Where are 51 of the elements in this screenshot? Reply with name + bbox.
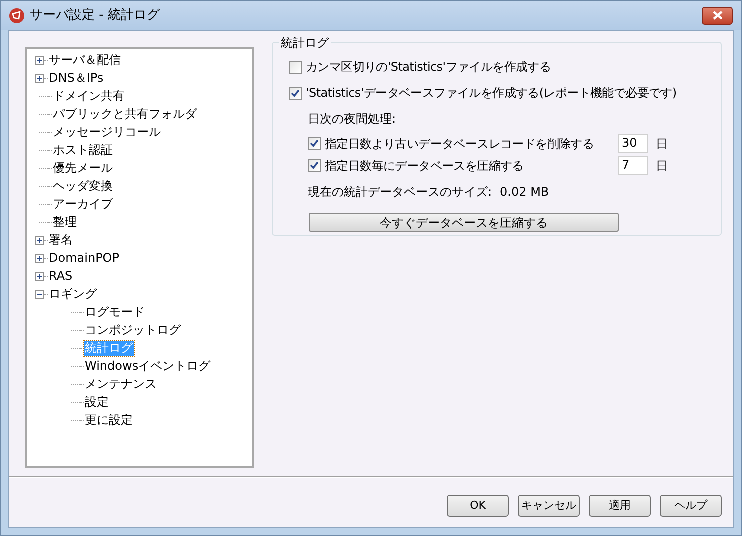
tree-item[interactable]: 整理 <box>52 214 78 230</box>
size-value: 0.02 MB <box>500 184 550 201</box>
tree-item[interactable]: Windowsイベントログ <box>84 358 212 374</box>
checkbox[interactable] <box>308 159 321 172</box>
app-logo-icon <box>9 8 25 24</box>
window-title: サーバ設定 - 統計ログ <box>30 6 160 25</box>
tree-item[interactable]: 設定 <box>84 394 110 410</box>
dialog-button[interactable]: OK <box>447 495 509 517</box>
tree-item[interactable]: サーバ＆配信 <box>48 52 122 68</box>
compress-now-button[interactable]: 今すぐデータベースを圧縮する <box>309 213 619 232</box>
tree-item[interactable]: メンテナンス <box>84 376 158 392</box>
tree-item[interactable]: コンポジットログ <box>84 322 182 338</box>
checkbox[interactable] <box>289 86 302 100</box>
tree-item[interactable]: ロギング <box>48 286 98 302</box>
checkbox-label: カンマ区切りの'Statistics'ファイルを作成する <box>306 59 552 76</box>
expand-icon[interactable] <box>35 254 44 262</box>
close-button[interactable] <box>702 6 733 24</box>
tree-item[interactable]: パブリックと共有フォルダ <box>52 106 198 122</box>
expand-icon[interactable] <box>35 236 44 244</box>
tree-item[interactable]: メッセージリコール <box>52 124 162 140</box>
days-field[interactable]: 30 <box>618 134 648 153</box>
dialog-button[interactable]: 適用 <box>589 495 651 517</box>
checkbox-label: 指定日数より古いデータベースレコードを削除する <box>325 136 596 152</box>
dialog-button[interactable]: キャンセル <box>518 495 580 517</box>
checkbox[interactable] <box>289 60 302 74</box>
tree-item[interactable]: DNS＆IPs <box>48 70 105 86</box>
tree-item[interactable]: 優先メール <box>52 160 114 176</box>
tree-item[interactable]: ホスト認証 <box>52 142 114 158</box>
collapse-icon[interactable] <box>35 290 44 298</box>
tree-item[interactable]: 更に設定 <box>84 412 134 428</box>
checkbox-label: 'Statistics'データベースファイルを作成する(レポート機能で必要です) <box>306 85 677 102</box>
tree-item[interactable]: ログモード <box>84 304 146 320</box>
expand-icon[interactable] <box>35 74 44 82</box>
checkbox[interactable] <box>308 137 321 150</box>
unit-label: 日 <box>656 158 668 174</box>
tree-item[interactable]: ヘッダ変換 <box>52 178 114 194</box>
tree-item[interactable]: ドメイン共有 <box>52 88 126 104</box>
tree-item[interactable]: DomainPOP <box>48 250 120 266</box>
days-field[interactable]: 7 <box>618 156 648 175</box>
dialog-button[interactable]: ヘルプ <box>660 495 722 517</box>
close-icon <box>712 11 722 20</box>
tree-item[interactable]: RAS <box>48 268 74 284</box>
expand-icon[interactable] <box>35 56 44 64</box>
size-label: 現在の統計データベースのサイズ: <box>308 184 492 201</box>
checkbox-label: 指定日数毎にデータベースを圧縮する <box>325 158 525 174</box>
section-label: 日次の夜間処理: <box>308 111 398 128</box>
tree-item[interactable]: 署名 <box>48 232 74 248</box>
tree-item[interactable]: アーカイブ <box>52 196 114 212</box>
group-title: 統計ログ <box>279 34 331 52</box>
unit-label: 日 <box>656 136 668 152</box>
expand-icon[interactable] <box>35 272 44 280</box>
